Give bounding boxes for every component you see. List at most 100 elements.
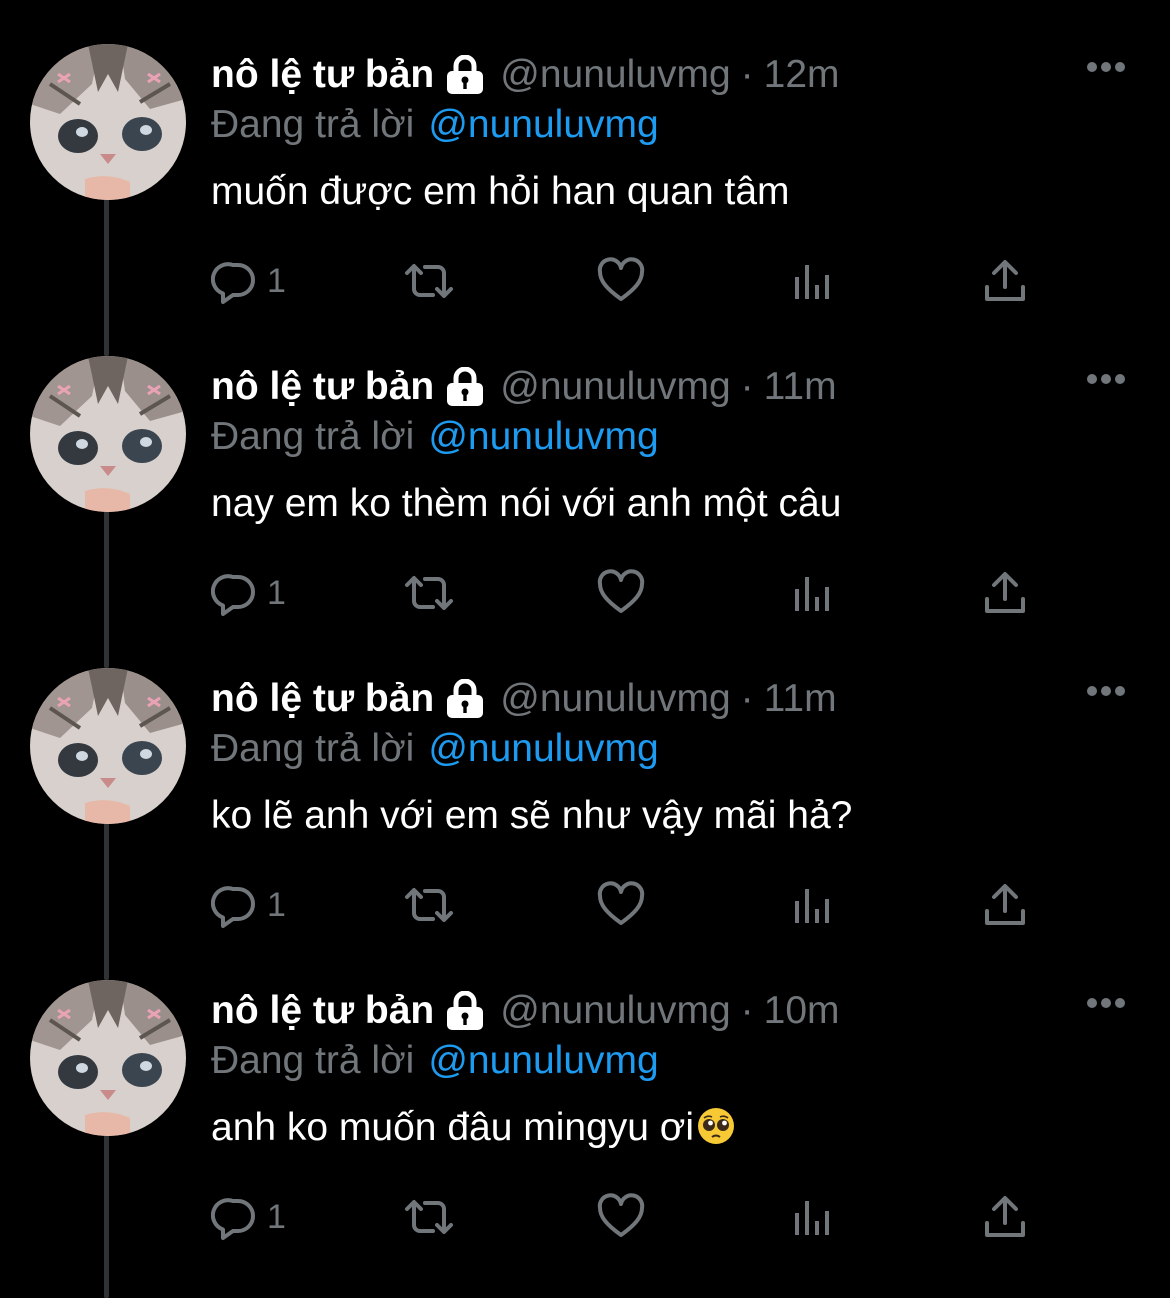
- separator: ·: [740, 989, 754, 1032]
- display-name[interactable]: nô lệ tư bản: [211, 988, 434, 1034]
- reply-button[interactable]: 1: [211, 256, 286, 306]
- replying-to: Đang trả lời @nunuluvmg: [211, 726, 659, 772]
- retweet-button[interactable]: [401, 568, 457, 618]
- heart-icon: [597, 569, 645, 613]
- replying-to: Đang trả lời @nunuluvmg: [211, 414, 659, 460]
- action-bar: 1: [211, 1192, 1051, 1242]
- tweet-header: nô lệ tư bản @nunuluvmg · 10m: [211, 988, 840, 1034]
- tweet-text: nay em ko thèm nói với anh một câu: [211, 480, 841, 528]
- share-button[interactable]: [981, 880, 1029, 930]
- like-button[interactable]: [597, 880, 645, 930]
- handle[interactable]: @nunuluvmg: [500, 52, 730, 98]
- reply-button[interactable]: 1: [211, 880, 286, 930]
- replying-to-mention[interactable]: @nunuluvmg: [428, 103, 658, 146]
- display-name[interactable]: nô lệ tư bản: [211, 676, 434, 722]
- like-button[interactable]: [597, 568, 645, 618]
- tweet[interactable]: nô lệ tư bản @nunuluvmg · 11m Đang trả l…: [0, 356, 1170, 668]
- reply-icon: [211, 262, 255, 304]
- reply-button[interactable]: 1: [211, 568, 286, 618]
- tweet-text-content: ko lẽ anh với em sẽ như vậy mãi hả?: [211, 794, 853, 837]
- views-icon: [795, 577, 829, 611]
- avatar[interactable]: [30, 980, 186, 1136]
- heart-icon: [597, 1193, 645, 1237]
- share-button[interactable]: [981, 568, 1029, 618]
- timestamp[interactable]: 11m: [764, 364, 837, 410]
- action-bar: 1: [211, 256, 1051, 306]
- reply-count: 1: [267, 573, 286, 612]
- replying-to-label: Đang trả lời: [211, 1039, 415, 1082]
- timestamp[interactable]: 10m: [764, 988, 840, 1034]
- reply-icon: [211, 886, 255, 928]
- reply-count: 1: [267, 1197, 286, 1236]
- tweet-text-content: anh ko muốn đâu mingyu ơi: [211, 1106, 695, 1149]
- views-button[interactable]: [789, 256, 837, 306]
- views-icon: [795, 1201, 829, 1235]
- reply-count: 1: [267, 885, 286, 924]
- retweet-button[interactable]: [401, 1192, 457, 1242]
- views-icon: [795, 889, 829, 923]
- lock-icon: [444, 366, 486, 407]
- more-icon[interactable]: [1086, 684, 1126, 696]
- retweet-icon: [405, 264, 453, 298]
- retweet-icon: [405, 888, 453, 922]
- share-icon: [985, 260, 1025, 301]
- replying-to-mention[interactable]: @nunuluvmg: [428, 727, 658, 770]
- tweet-header: nô lệ tư bản @nunuluvmg · 11m: [211, 676, 837, 722]
- views-icon: [795, 265, 829, 299]
- separator: ·: [740, 677, 754, 720]
- pleading-face-emoji-icon: [696, 1106, 736, 1146]
- retweet-button[interactable]: [401, 880, 457, 930]
- share-icon: [985, 1196, 1025, 1237]
- tweet-text-content: muốn được em hỏi han quan tâm: [211, 170, 790, 213]
- retweet-button[interactable]: [401, 256, 457, 306]
- views-button[interactable]: [789, 1192, 837, 1242]
- more-icon[interactable]: [1086, 996, 1126, 1008]
- retweet-icon: [405, 576, 453, 610]
- action-bar: 1: [211, 568, 1051, 618]
- lock-icon: [444, 990, 486, 1031]
- tweet[interactable]: nô lệ tư bản @nunuluvmg · 10m Đang trả l…: [0, 980, 1170, 1292]
- replying-to: Đang trả lời @nunuluvmg: [211, 1038, 659, 1084]
- like-button[interactable]: [597, 1192, 645, 1242]
- like-button[interactable]: [597, 256, 645, 306]
- reply-icon: [211, 574, 255, 616]
- heart-icon: [597, 881, 645, 925]
- separator: ·: [740, 53, 754, 96]
- tweet-thread: nô lệ tư bản @nunuluvmg · 12m Đang trả l…: [0, 0, 1170, 1298]
- tweet-header: nô lệ tư bản @nunuluvmg · 11m: [211, 364, 837, 410]
- reply-icon: [211, 1198, 255, 1240]
- replying-to-label: Đang trả lời: [211, 415, 415, 458]
- timestamp[interactable]: 11m: [764, 676, 837, 722]
- share-button[interactable]: [981, 256, 1029, 306]
- timestamp[interactable]: 12m: [764, 52, 840, 98]
- views-button[interactable]: [789, 568, 837, 618]
- tweet[interactable]: nô lệ tư bản @nunuluvmg · 11m Đang trả l…: [0, 668, 1170, 980]
- handle[interactable]: @nunuluvmg: [500, 988, 730, 1034]
- tweet[interactable]: nô lệ tư bản @nunuluvmg · 12m Đang trả l…: [0, 44, 1170, 356]
- more-icon[interactable]: [1086, 372, 1126, 384]
- tweet-text: anh ko muốn đâu mingyu ơi: [211, 1104, 736, 1152]
- lock-icon: [444, 54, 486, 95]
- replying-to-label: Đang trả lời: [211, 727, 415, 770]
- action-bar: 1: [211, 880, 1051, 930]
- lock-icon: [444, 678, 486, 719]
- display-name[interactable]: nô lệ tư bản: [211, 52, 434, 98]
- share-icon: [985, 884, 1025, 925]
- replying-to-mention[interactable]: @nunuluvmg: [428, 1039, 658, 1082]
- share-button[interactable]: [981, 1192, 1029, 1242]
- views-button[interactable]: [789, 880, 837, 930]
- avatar[interactable]: [30, 668, 186, 824]
- more-icon[interactable]: [1086, 60, 1126, 72]
- avatar[interactable]: [30, 44, 186, 200]
- reply-button[interactable]: 1: [211, 1192, 286, 1242]
- avatar[interactable]: [30, 356, 186, 512]
- replying-to-mention[interactable]: @nunuluvmg: [428, 415, 658, 458]
- display-name[interactable]: nô lệ tư bản: [211, 364, 434, 410]
- heart-icon: [597, 257, 645, 301]
- share-icon: [985, 572, 1025, 613]
- handle[interactable]: @nunuluvmg: [500, 676, 730, 722]
- replying-to-label: Đang trả lời: [211, 103, 415, 146]
- tweet-header: nô lệ tư bản @nunuluvmg · 12m: [211, 52, 840, 98]
- reply-count: 1: [267, 261, 286, 300]
- handle[interactable]: @nunuluvmg: [500, 364, 730, 410]
